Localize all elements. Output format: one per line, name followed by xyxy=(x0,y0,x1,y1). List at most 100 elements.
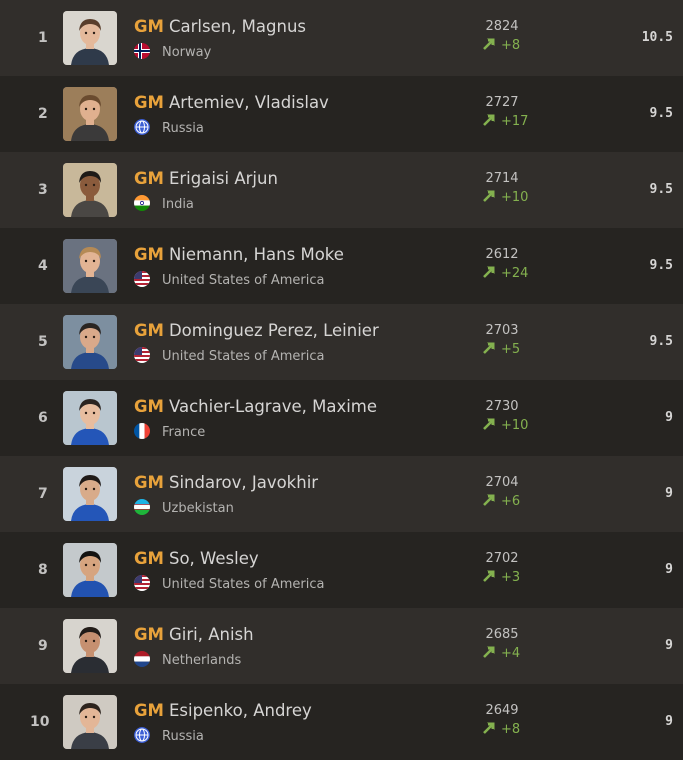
player-row[interactable]: 6 GM Vachier-Lagrave, Maxime France 2730 +10 9 xyxy=(0,380,683,456)
france-flag-icon xyxy=(134,423,150,439)
title-badge: GM xyxy=(134,397,164,416)
player-row[interactable]: 2 GM Artemiev, Vladislav Russia 2727 +17 9.5 xyxy=(0,76,683,152)
avatar[interactable] xyxy=(63,695,117,749)
rating-change-value: +17 xyxy=(501,114,529,129)
country-line: Uzbekistan xyxy=(134,499,234,516)
rating-change-value: +8 xyxy=(501,722,521,737)
score: 9.5 xyxy=(649,182,673,197)
player-row[interactable]: 4 GM Niemann, Hans Moke United States of Am… xyxy=(0,228,683,304)
avatar[interactable] xyxy=(63,619,117,673)
rating-change: +24 xyxy=(482,265,542,281)
avatar[interactable] xyxy=(63,163,117,217)
arrow-up-right-icon xyxy=(482,417,496,431)
rating-change: +10 xyxy=(482,189,542,205)
player-name-line[interactable]: GM Niemann, Hans Moke xyxy=(134,245,344,264)
player-row[interactable]: 8 GM So, Wesley United States of America 270… xyxy=(0,532,683,608)
avatar[interactable] xyxy=(63,391,117,445)
avatar[interactable] xyxy=(63,87,117,141)
rating: 2730 xyxy=(485,399,519,414)
player-name[interactable]: Erigaisi Arjun xyxy=(169,169,278,188)
player-name[interactable]: So, Wesley xyxy=(169,549,259,568)
arrow-up-right-icon xyxy=(482,721,496,735)
player-name[interactable]: Dominguez Perez, Leinier xyxy=(169,321,379,340)
player-name[interactable]: Niemann, Hans Moke xyxy=(169,245,344,264)
title-badge: GM xyxy=(134,625,164,644)
rating-change-value: +5 xyxy=(501,342,521,357)
arrow-up-right-icon xyxy=(482,265,496,279)
player-name[interactable]: Giri, Anish xyxy=(169,625,254,644)
rating-change-value: +10 xyxy=(501,418,529,433)
player-row[interactable]: 10 GM Esipenko, Andrey Russia 2649 +8 9 xyxy=(0,684,683,760)
avatar[interactable] xyxy=(63,11,117,65)
player-name-line[interactable]: GM Sindarov, Javokhir xyxy=(134,473,318,492)
score: 10.5 xyxy=(641,30,673,45)
usa-flag-icon xyxy=(134,347,150,363)
country-line: United States of America xyxy=(134,575,324,592)
player-name-line[interactable]: GM Vachier-Lagrave, Maxime xyxy=(134,397,377,416)
player-name[interactable]: Sindarov, Javokhir xyxy=(169,473,318,492)
player-name-line[interactable]: GM Artemiev, Vladislav xyxy=(134,93,329,112)
score: 9.5 xyxy=(649,106,673,121)
player-name-line[interactable]: GM So, Wesley xyxy=(134,549,259,568)
rating: 2612 xyxy=(485,247,519,262)
country-line: United States of America xyxy=(134,347,324,364)
avatar[interactable] xyxy=(63,467,117,521)
score: 9 xyxy=(665,410,673,425)
country-name: France xyxy=(162,425,206,440)
player-name[interactable]: Artemiev, Vladislav xyxy=(169,93,329,112)
score: 9 xyxy=(665,486,673,501)
title-badge: GM xyxy=(134,245,164,264)
country-name: Uzbekistan xyxy=(162,501,234,516)
rating: 2727 xyxy=(485,95,519,110)
arrow-up-right-icon xyxy=(482,493,496,507)
avatar[interactable] xyxy=(63,315,117,369)
india-flag-icon xyxy=(134,195,150,211)
rating-change: +5 xyxy=(482,341,542,357)
arrow-up-right-icon xyxy=(482,645,496,659)
country-name: Russia xyxy=(162,729,204,744)
rating-change-value: +24 xyxy=(501,266,529,281)
player-row[interactable]: 7 GM Sindarov, Javokhir Uzbekistan 2704 +6 9 xyxy=(0,456,683,532)
player-name-line[interactable]: GM Dominguez Perez, Leinier xyxy=(134,321,379,340)
country-line: Russia xyxy=(134,119,204,136)
player-name-line[interactable]: GM Erigaisi Arjun xyxy=(134,169,278,188)
rating-change: +4 xyxy=(482,645,542,661)
player-row[interactable]: 3 GM Erigaisi Arjun India 2714 +10 9.5 xyxy=(0,152,683,228)
rank: 10 xyxy=(30,714,50,730)
rating: 2714 xyxy=(485,171,519,186)
country-name: United States of America xyxy=(162,349,325,364)
rank: 1 xyxy=(38,30,48,46)
arrow-up-right-icon xyxy=(482,37,496,51)
player-row[interactable]: 9 GM Giri, Anish Netherlands 2685 +4 9 xyxy=(0,608,683,684)
norway-flag-icon xyxy=(134,43,150,59)
avatar[interactable] xyxy=(63,543,117,597)
rating: 2649 xyxy=(485,703,519,718)
player-name[interactable]: Vachier-Lagrave, Maxime xyxy=(169,397,377,416)
title-badge: GM xyxy=(134,17,164,36)
country-line: India xyxy=(134,195,194,212)
country-name: United States of America xyxy=(162,273,325,288)
score: 9.5 xyxy=(649,334,673,349)
player-name-line[interactable]: GM Esipenko, Andrey xyxy=(134,701,312,720)
rank: 7 xyxy=(38,486,48,502)
country-name: Russia xyxy=(162,121,204,136)
standings-table: 1 GM Carlsen, Magnus Norway 2824 +8 10.5 2 GM Art… xyxy=(0,0,683,760)
score: 9 xyxy=(665,638,673,653)
player-name-line[interactable]: GM Carlsen, Magnus xyxy=(134,17,306,36)
title-badge: GM xyxy=(134,701,164,720)
player-name[interactable]: Esipenko, Andrey xyxy=(169,701,312,720)
player-name[interactable]: Carlsen, Magnus xyxy=(169,17,306,36)
rating: 2702 xyxy=(485,551,519,566)
rating-change-value: +3 xyxy=(501,570,521,585)
player-name-line[interactable]: GM Giri, Anish xyxy=(134,625,254,644)
player-row[interactable]: 1 GM Carlsen, Magnus Norway 2824 +8 10.5 xyxy=(0,0,683,76)
rank: 3 xyxy=(38,182,48,198)
avatar[interactable] xyxy=(63,239,117,293)
title-badge: GM xyxy=(134,93,164,112)
player-row[interactable]: 5 GM Dominguez Perez, Leinier United States… xyxy=(0,304,683,380)
score: 9 xyxy=(665,714,673,729)
rating-change: +17 xyxy=(482,113,542,129)
usa-flag-icon xyxy=(134,271,150,287)
country-line: Norway xyxy=(134,43,211,60)
title-badge: GM xyxy=(134,169,164,188)
